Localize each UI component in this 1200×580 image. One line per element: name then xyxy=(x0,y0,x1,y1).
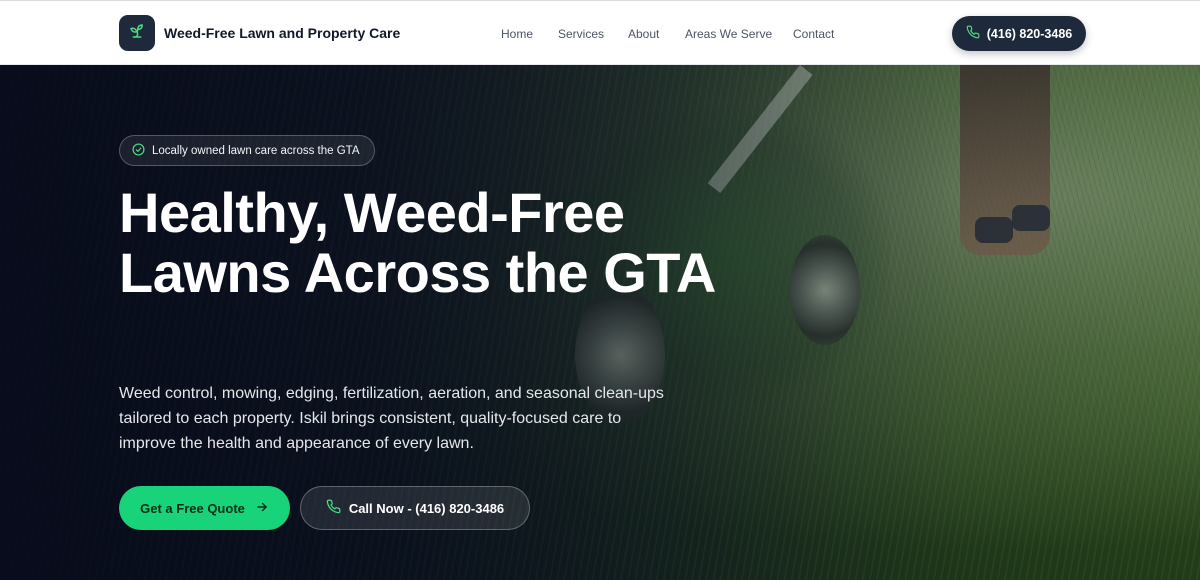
nav-home[interactable]: Home xyxy=(501,27,533,41)
check-circle-icon xyxy=(132,142,145,159)
nav-areas-we-serve[interactable]: Areas We Serve xyxy=(685,27,772,41)
call-now-button[interactable]: Call Now - (416) 820-3486 xyxy=(300,486,530,530)
get-free-quote-label: Get a Free Quote xyxy=(140,500,245,516)
hero-badge: Locally owned lawn care across the GTA xyxy=(119,135,375,166)
header-phone-label: (416) 820-3486 xyxy=(986,26,1073,41)
phone-icon xyxy=(966,25,980,42)
call-now-label: Call Now - (416) 820-3486 xyxy=(348,500,505,516)
site-header: Weed-Free Lawn and Property Care Home Se… xyxy=(0,0,1200,65)
get-free-quote-button[interactable]: Get a Free Quote xyxy=(119,486,290,530)
phone-icon xyxy=(326,499,341,517)
arrow-right-icon xyxy=(255,500,269,517)
hero-section: Locally owned lawn care across the GTA H… xyxy=(0,65,1200,580)
hero-subtext: Weed control, mowing, edging, fertilizat… xyxy=(119,385,664,452)
header-phone-button[interactable]: (416) 820-3486 xyxy=(952,16,1086,51)
nav-about[interactable]: About xyxy=(628,27,659,41)
nav-contact[interactable]: Contact xyxy=(793,27,834,41)
nav-services[interactable]: Services xyxy=(558,27,604,41)
hero-badge-label: Locally owned lawn care across the GTA xyxy=(152,144,360,157)
hero-headline: Healthy, Weed-Free Lawns Across the GTA xyxy=(119,181,716,304)
